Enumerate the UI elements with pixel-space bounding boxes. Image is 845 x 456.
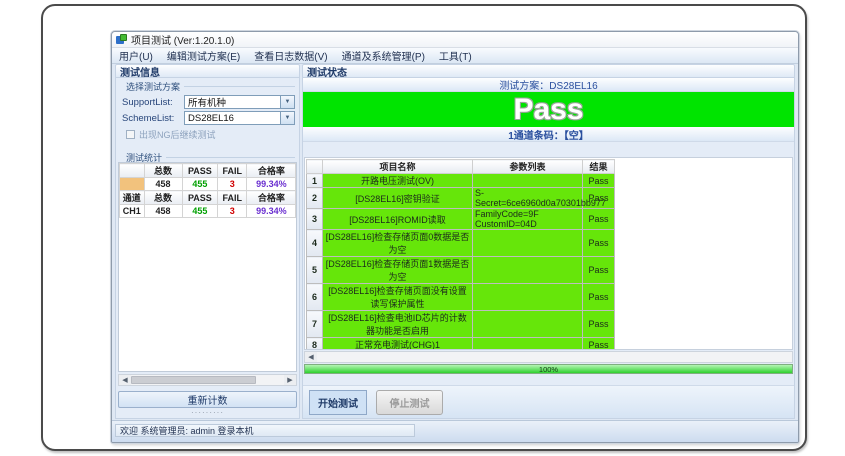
- table-row[interactable]: 3 [DS28EL16]ROMID读取 FamilyCode=9F Custom…: [307, 209, 615, 230]
- channel-temp-header: 温度: [296, 191, 297, 205]
- channel-header-row: 通道 总数 PASS FAIL 合格率 温度 上次: [120, 191, 298, 205]
- result-banner-text: Pass: [513, 95, 583, 125]
- table-row[interactable]: 4 [DS28EL16]检查存储页面0数据是否为空 Pass: [307, 230, 615, 257]
- reset-count-button[interactable]: 重新计数: [118, 391, 297, 408]
- stats-table-area: 总数 PASS FAIL 合格率 458 455 3 99.34%: [118, 162, 297, 372]
- status-bar: 欢迎 系统管理员: admin 登录本机: [112, 420, 798, 442]
- test-info-header: 测试信息: [115, 64, 300, 78]
- chevron-down-icon[interactable]: ▼: [280, 112, 294, 124]
- channel-header: 通道: [120, 191, 145, 205]
- window-title: 项目测试 (Ver:1.20.1.0): [131, 32, 234, 47]
- stats-horizontal-scrollbar[interactable]: ◀ ▶: [118, 374, 297, 386]
- scheme-group-title: 选择测试方案: [116, 78, 299, 94]
- schemelist-label: SchemeList:: [122, 113, 184, 124]
- summary-stats-table: 总数 PASS FAIL 合格率 458 455 3 99.34%: [119, 163, 297, 218]
- supportlist-combobox[interactable]: 所有机种 ▼: [184, 95, 295, 109]
- schemelist-value: DS28EL16: [185, 113, 280, 124]
- channel-fail: 3: [218, 205, 247, 218]
- chevron-left-icon[interactable]: ◀: [305, 352, 317, 362]
- schemelist-row: SchemeList: DS28EL16 ▼: [122, 111, 295, 125]
- test-table-header-row: 项目名称 参数列表 结果: [307, 160, 615, 174]
- table-row[interactable]: 5 [DS28EL16]检查存储页面1数据是否为空 Pass: [307, 257, 615, 284]
- summary-total-header: 总数: [144, 164, 182, 178]
- progress-percent: 100%: [539, 366, 558, 373]
- col-result: 结果: [583, 160, 615, 174]
- test-info-panel: 测试信息 选择测试方案 SupportList: 所有机种 ▼ SchemeLi…: [115, 64, 300, 419]
- table-row[interactable]: 8 正常充电测试(CHG)1 Pass: [307, 338, 615, 351]
- summary-fail-header: FAIL: [218, 164, 247, 178]
- summary-total: 458: [144, 178, 182, 191]
- summary-blank-header: [120, 164, 145, 178]
- app-window: 项目测试 (Ver:1.20.1.0) 用户(U) 编辑测试方案(E) 查看日志…: [111, 31, 799, 443]
- supportlist-value: 所有机种: [185, 95, 280, 109]
- login-status-text: 欢迎 系统管理员: admin 登录本机: [115, 424, 415, 437]
- summary-pass: 455: [182, 178, 218, 191]
- menu-channel-system[interactable]: 通道及系统管理(P): [335, 48, 432, 63]
- continue-on-ng-checkbox[interactable]: [126, 130, 135, 139]
- channel-pass: 455: [182, 205, 218, 218]
- summary-header-row: 总数 PASS FAIL 合格率: [120, 164, 298, 178]
- table-row[interactable]: 2 [DS28EL16]密钥验证 S-Secret=6ce6960d0a7030…: [307, 188, 615, 209]
- test-status-body: 测试方案：DS28EL16 Pass 1通道条码：【空】 项目名称 参数列表 结…: [302, 78, 795, 419]
- stop-test-button: 停止测试: [376, 390, 443, 415]
- channel-fail-header: FAIL: [218, 191, 247, 205]
- table-row[interactable]: 1 开路电压测试(OV) Pass: [307, 174, 615, 188]
- summary-data-row[interactable]: 458 455 3 99.34%: [120, 178, 298, 191]
- menu-edit-scheme[interactable]: 编辑测试方案(E): [160, 48, 247, 63]
- chevron-down-icon[interactable]: ▼: [280, 96, 294, 108]
- continue-on-ng-label: 出现NG后继续测试: [139, 128, 216, 141]
- action-button-bar: 开始测试 停止测试: [303, 385, 794, 418]
- supportlist-label: SupportList:: [122, 97, 184, 108]
- scrollbar-thumb[interactable]: [131, 376, 256, 384]
- test-items-table-area: 项目名称 参数列表 结果 1 开路电压测试(OV) Pass 2 [D: [304, 157, 793, 350]
- supportlist-row: SupportList: 所有机种 ▼: [122, 95, 295, 109]
- result-banner: Pass: [303, 92, 794, 127]
- summary-rate: 99.34%: [247, 178, 296, 191]
- panel-splitter[interactable]: ·········: [116, 410, 299, 416]
- current-scheme-line: 测试方案：DS28EL16: [303, 78, 794, 92]
- screenshot-frame: 项目测试 (Ver:1.20.1.0) 用户(U) 编辑测试方案(E) 查看日志…: [41, 4, 807, 451]
- start-test-button[interactable]: 开始测试: [309, 390, 367, 415]
- channel-total-header: 总数: [144, 191, 182, 205]
- summary-pass-header: PASS: [182, 164, 218, 178]
- schemelist-combobox[interactable]: DS28EL16 ▼: [184, 111, 295, 125]
- col-params: 参数列表: [473, 160, 583, 174]
- channel-data-row[interactable]: CH1 458 455 3 99.34%: [120, 205, 298, 218]
- chevron-right-icon[interactable]: ▶: [284, 375, 296, 385]
- table-row[interactable]: 6 [DS28EL16]检查存储页面没有设置读写保护属性 Pass: [307, 284, 615, 311]
- table-row[interactable]: 7 [DS28EL16]检查电池ID芯片的计数器功能是否启用 Pass: [307, 311, 615, 338]
- channel-name: CH1: [120, 205, 145, 218]
- chevron-left-icon[interactable]: ◀: [119, 375, 131, 385]
- channel-pass-header: PASS: [182, 191, 218, 205]
- channel-rate: 99.34%: [247, 205, 296, 218]
- menu-view-log[interactable]: 查看日志数据(V): [247, 48, 334, 63]
- channel-barcode-line: 1通道条码：【空】: [303, 127, 794, 142]
- menu-bar: 用户(U) 编辑测试方案(E) 查看日志数据(V) 通道及系统管理(P) 工具(…: [112, 48, 798, 64]
- test-status-header: 测试状态: [302, 64, 795, 78]
- app-icon: [116, 34, 127, 45]
- test-status-panel: 测试状态 测试方案：DS28EL16 Pass 1通道条码：【空】 项目名称 参…: [302, 64, 795, 419]
- test-table-horizontal-scrollbar[interactable]: ◀: [304, 351, 793, 363]
- title-bar[interactable]: 项目测试 (Ver:1.20.1.0): [112, 32, 798, 48]
- col-item-name: 项目名称: [323, 160, 473, 174]
- continue-on-ng-row: 出现NG后继续测试: [126, 128, 295, 141]
- test-info-body: 选择测试方案 SupportList: 所有机种 ▼ SchemeList: D…: [115, 78, 300, 419]
- test-items-table: 项目名称 参数列表 结果 1 开路电压测试(OV) Pass 2 [D: [306, 159, 615, 350]
- summary-rate-header: 合格率: [247, 164, 296, 178]
- menu-tools[interactable]: 工具(T): [432, 48, 479, 63]
- channel-rate-header: 合格率: [247, 191, 296, 205]
- menu-user[interactable]: 用户(U): [112, 48, 160, 63]
- channel-total: 458: [144, 205, 182, 218]
- test-progress-bar: 100%: [304, 364, 793, 374]
- summary-fail: 3: [218, 178, 247, 191]
- summary-select-cell: [120, 178, 145, 191]
